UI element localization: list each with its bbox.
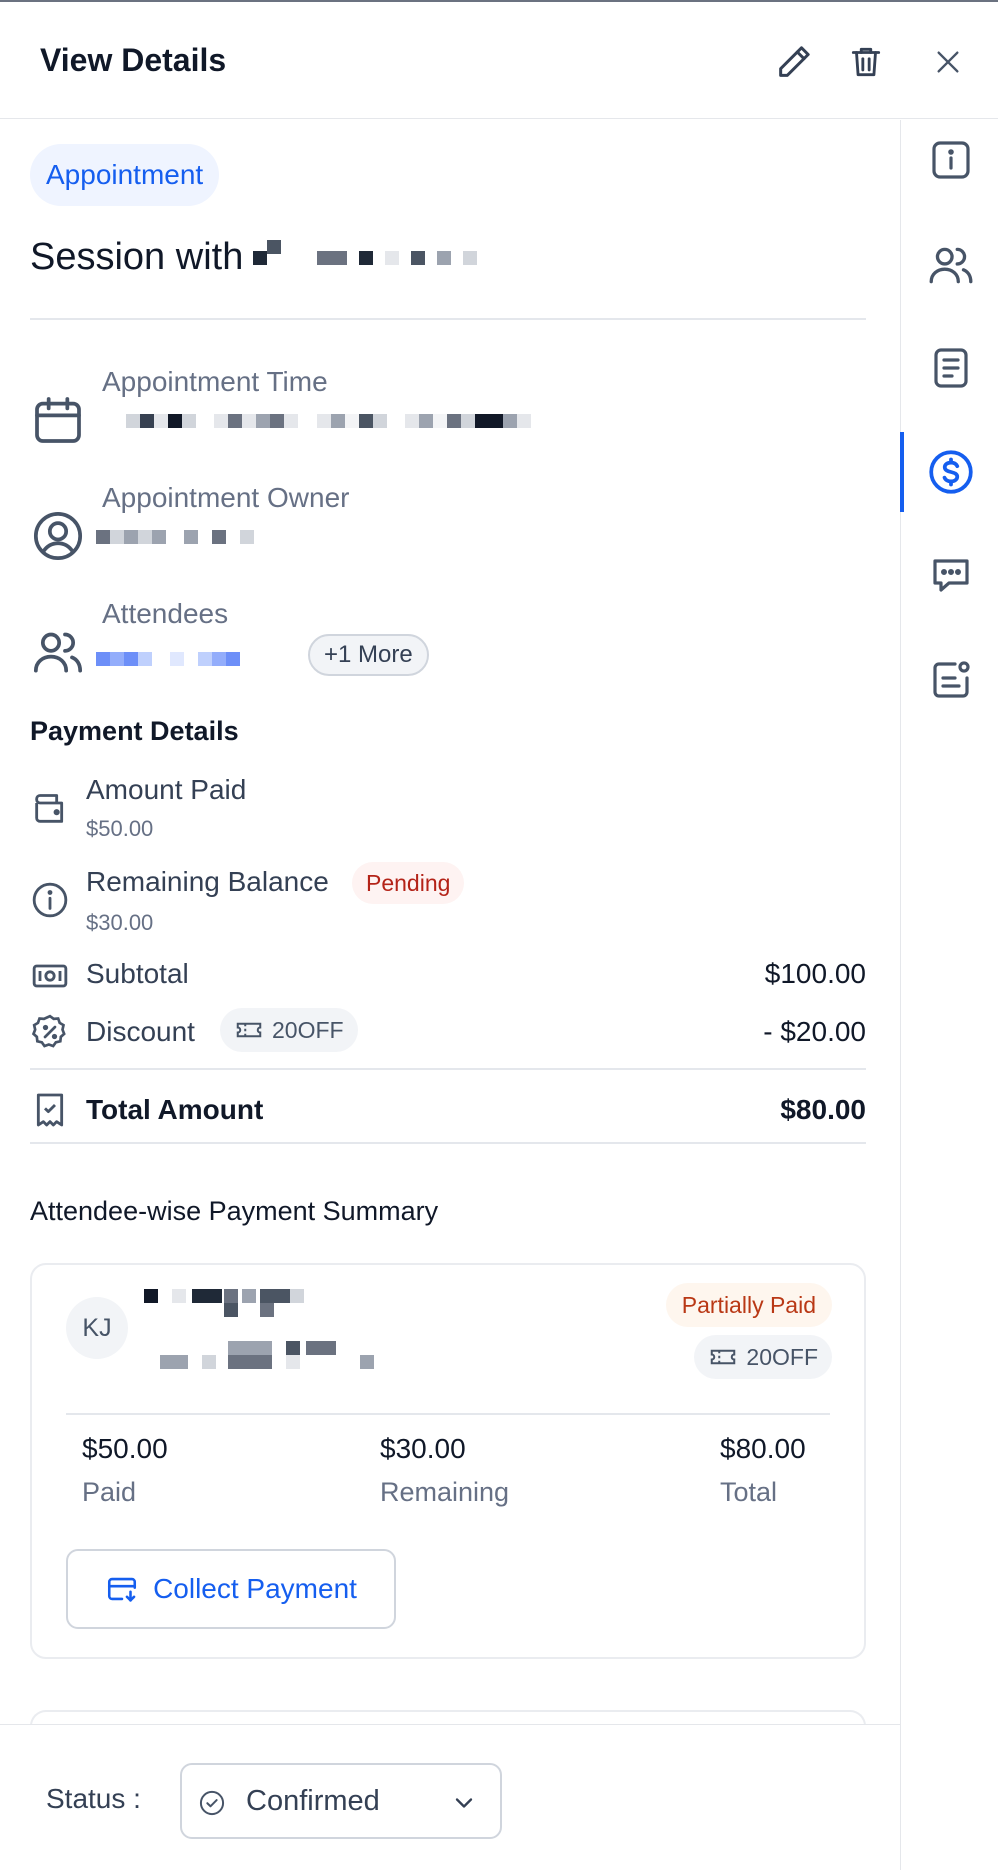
paid-stat: $50.00 Paid xyxy=(82,1433,168,1508)
total-amount-row: Total Amount $80.00 xyxy=(30,1086,866,1138)
discount-code: 20OFF xyxy=(272,1016,344,1043)
discount-label: Discount xyxy=(86,1016,195,1047)
ticket-icon xyxy=(236,1022,262,1038)
subtotal-value: $100.00 xyxy=(764,958,866,989)
pencil-icon xyxy=(779,46,810,77)
side-tab-rail xyxy=(900,120,998,1870)
trash-icon xyxy=(851,47,881,77)
appointment-time-label: Appointment Time xyxy=(102,366,328,397)
custom-fields-icon xyxy=(933,661,970,698)
appointment-time-row: Appointment Time xyxy=(30,366,866,466)
info-circle-icon xyxy=(32,882,68,918)
amount-paid-row: Amount Paid $50.00 xyxy=(30,774,866,854)
cash-icon xyxy=(32,964,68,988)
pending-status-badge: Pending xyxy=(352,862,465,904)
users-icon xyxy=(929,247,973,284)
remaining-stat-label: Remaining xyxy=(380,1477,510,1507)
discount-row: Discount 20OFF - $20.00 xyxy=(30,1006,866,1058)
total-stat-label: Total xyxy=(720,1477,778,1507)
chat-icon xyxy=(933,559,969,592)
dollar-icon xyxy=(929,450,973,494)
ticket-icon xyxy=(711,1349,736,1365)
collect-payment-button[interactable]: Collect Payment xyxy=(66,1549,396,1629)
attendee-summary-title: Attendee-wise Payment Summary xyxy=(30,1196,439,1226)
redacted-attendee-name xyxy=(144,1289,344,1317)
appointment-owner-label: Appointment Owner xyxy=(102,482,350,513)
redacted-owner-name xyxy=(96,530,296,558)
calendar-icon xyxy=(35,397,81,443)
notes-icon xyxy=(934,348,968,388)
info-icon xyxy=(932,141,970,179)
attendee-coupon-chip: 20OFF xyxy=(694,1335,832,1379)
chevron-down-icon xyxy=(455,1798,473,1808)
close-icon xyxy=(937,51,959,73)
avatar: KJ xyxy=(66,1297,128,1359)
close-button[interactable] xyxy=(926,40,970,84)
total-stat: $80.00 Total xyxy=(720,1433,806,1508)
session-title-prefix: Session with xyxy=(30,236,244,278)
appointment-type-badge: Appointment xyxy=(30,144,220,206)
subtotal-label: Subtotal xyxy=(86,958,189,989)
wallet-icon xyxy=(35,794,64,823)
total-amount-label: Total Amount xyxy=(86,1094,264,1125)
user-circle-icon xyxy=(33,511,83,561)
redacted-attendee-email xyxy=(160,1341,400,1371)
total-amount-value: $80.00 xyxy=(780,1094,866,1125)
amount-paid-value: $50.00 xyxy=(86,816,154,841)
attendees-label: Attendees xyxy=(102,598,229,629)
paid-stat-value: $50.00 xyxy=(82,1433,168,1464)
status-dropdown[interactable]: Confirmed xyxy=(180,1763,502,1839)
details-panel: Appointment Session with Appointment Tim… xyxy=(0,120,900,1725)
next-attendee-card xyxy=(30,1710,866,1725)
collect-payment-label: Collect Payment xyxy=(153,1573,357,1604)
payment-details-title: Payment Details xyxy=(30,716,239,746)
total-bottom-divider xyxy=(30,1142,866,1144)
total-stat-value: $80.00 xyxy=(720,1433,806,1464)
status-label: Status : xyxy=(46,1783,141,1814)
tab-notes[interactable] xyxy=(921,338,981,398)
check-circle-icon xyxy=(199,1790,225,1816)
tab-conversations[interactable] xyxy=(921,545,981,605)
attendee-payment-card: KJ Partially Paid 20OFF $50.00 Paid $30.… xyxy=(30,1263,866,1659)
remaining-stat: $30.00 Remaining xyxy=(380,1433,509,1508)
appointment-owner-row: Appointment Owner xyxy=(30,482,866,582)
discount-coupon-chip: 20OFF xyxy=(220,1008,358,1052)
remaining-balance-row: Remaining Balance Pending $30.00 xyxy=(30,862,866,948)
redacted-appointment-time xyxy=(102,414,702,442)
tab-details[interactable] xyxy=(921,130,981,190)
payment-status-badge: Partially Paid xyxy=(665,1283,832,1327)
paid-stat-label: Paid xyxy=(82,1477,137,1507)
tab-attendees[interactable] xyxy=(921,235,981,295)
card-arrow-icon xyxy=(108,1577,137,1602)
attendees-row: Attendees +1 More xyxy=(30,598,866,698)
active-tab-indicator xyxy=(900,432,904,512)
remaining-balance-value: $30.00 xyxy=(86,910,154,935)
remaining-stat-value: $30.00 xyxy=(380,1433,466,1464)
card-divider xyxy=(66,1413,830,1415)
drawer-header: View Details xyxy=(0,2,998,119)
tab-payments[interactable] xyxy=(921,442,981,502)
users-icon xyxy=(33,632,83,673)
redacted-name xyxy=(253,239,489,265)
more-attendees-chip[interactable]: +1 More xyxy=(308,634,429,676)
discount-value: - $20.00 xyxy=(763,1016,866,1047)
discount-badge-icon xyxy=(31,1014,66,1048)
delete-button[interactable] xyxy=(844,40,888,84)
amount-paid-label: Amount Paid xyxy=(86,774,247,805)
tab-custom-fields[interactable] xyxy=(921,650,981,710)
drawer-title: View Details xyxy=(40,42,227,78)
attendee-coupon-code: 20OFF xyxy=(746,1343,818,1370)
status-footer: Status : Confirmed xyxy=(0,1724,900,1870)
session-title: Session with xyxy=(30,236,489,279)
status-value: Confirmed xyxy=(246,1785,380,1817)
remaining-balance-label: Remaining Balance xyxy=(86,866,329,897)
redacted-attendee-link[interactable] xyxy=(96,652,296,680)
total-top-divider xyxy=(30,1068,866,1070)
title-divider xyxy=(30,318,866,320)
edit-button[interactable] xyxy=(772,40,816,84)
subtotal-row: Subtotal $100.00 xyxy=(30,954,866,998)
receipt-check-icon xyxy=(36,1093,64,1127)
